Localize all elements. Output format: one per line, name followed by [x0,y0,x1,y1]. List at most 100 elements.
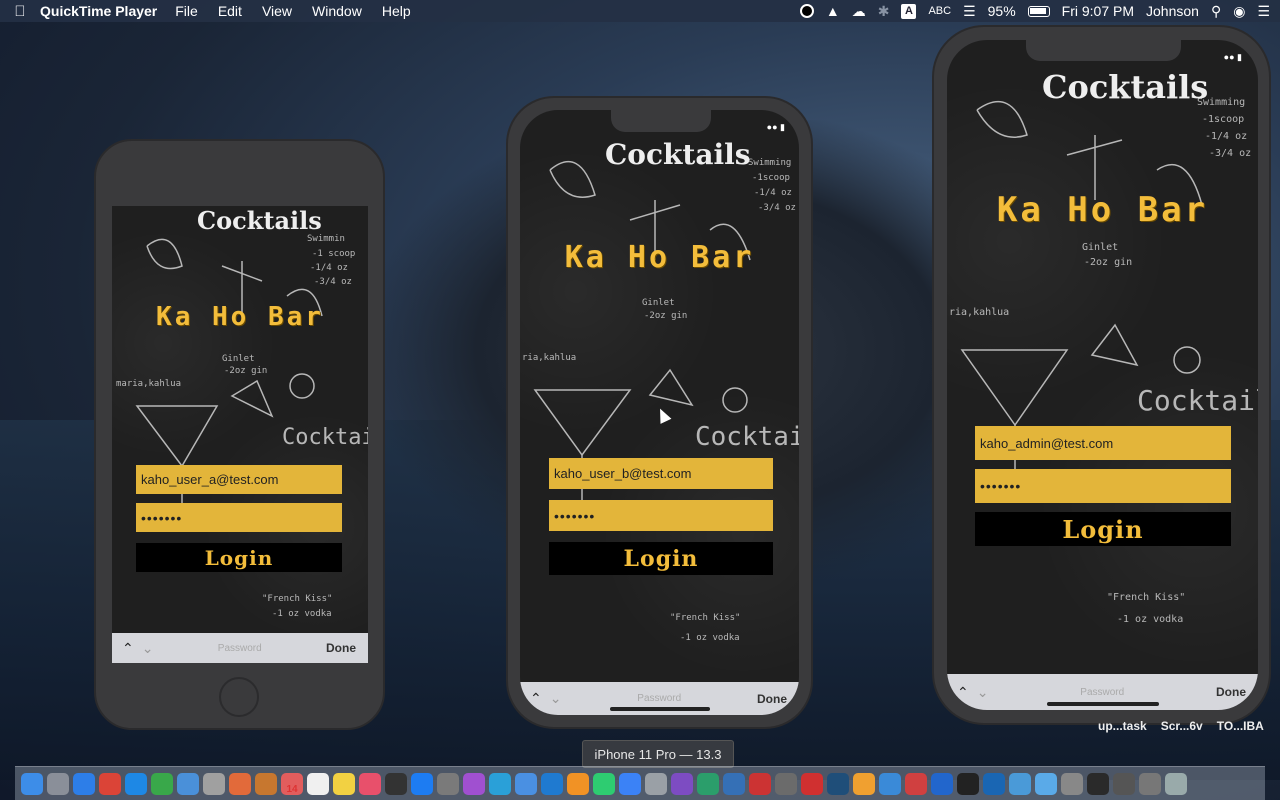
svg-text:-1scoop: -1scoop [1202,114,1244,125]
dock-app-icon[interactable] [307,772,329,795]
dock-app-icon[interactable] [775,772,797,795]
dock-app-icon[interactable] [723,772,745,795]
dock-app-icon[interactable] [593,772,615,795]
dock-app-icon[interactable] [567,772,589,795]
menu-edit[interactable]: Edit [218,3,242,19]
dock-app-icon[interactable] [957,772,979,795]
desktop-file-label[interactable]: TO...IBA [1217,719,1264,733]
password-field[interactable]: ••••••• [975,469,1231,503]
prev-field-icon[interactable]: ⌃ [122,640,134,657]
dock-app-icon[interactable] [879,772,901,795]
dock-app-icon[interactable] [983,772,1005,795]
next-field-icon[interactable]: ⌄ [550,690,562,707]
dock-app-icon[interactable] [463,772,485,795]
dock-app-icon[interactable] [151,772,173,795]
email-field[interactable]: kaho_user_a@test.com [136,465,342,494]
dock-app-icon[interactable] [749,772,771,795]
input-source-label[interactable]: ABC [928,5,951,17]
dock-app-icon[interactable] [1009,772,1031,795]
login-button[interactable]: Login [549,542,773,575]
dock-app-icon[interactable] [515,772,537,795]
drive-icon[interactable]: ▲ [826,3,840,19]
dock-app-icon[interactable] [229,772,251,795]
clock[interactable]: Fri 9:07 PM [1062,3,1134,19]
svg-text:maria,kahlua: maria,kahlua [116,379,181,389]
bluetooth-icon[interactable]: ✱ [878,3,890,20]
dock-app-icon[interactable] [255,772,277,795]
dock-app-icon[interactable] [47,772,69,795]
input-source-icon[interactable]: A [901,3,917,19]
dock-app-icon[interactable] [177,772,199,795]
next-field-icon[interactable]: ⌄ [977,684,989,701]
dock-app-icon[interactable] [21,772,43,795]
home-indicator[interactable] [610,707,710,711]
desktop-file-label[interactable]: Scr...6v [1161,719,1203,733]
dock-app-icon[interactable] [645,772,667,795]
chalk-illustration: Swimming-1scoop -1/4 oz-3/4 oz Ginlet-2o… [949,97,1258,625]
menu-window[interactable]: Window [312,3,362,19]
dock-app-icon[interactable] [99,772,121,795]
dock-app-icon[interactable] [827,772,849,795]
dock-app-icon[interactable] [359,772,381,795]
dock-app-icon[interactable] [1061,772,1083,795]
dock-app-icon[interactable] [73,772,95,795]
calendar-app-icon[interactable]: 14 [281,772,303,795]
search-icon[interactable]: ⚲ [1211,3,1221,20]
password-field[interactable]: ••••••• [136,503,342,532]
dock-app-icon[interactable] [1113,772,1135,795]
prev-field-icon[interactable]: ⌃ [957,684,969,701]
dock-app-icon[interactable] [541,772,563,795]
dock-app-icon[interactable] [333,772,355,795]
dock-app-icon[interactable] [671,772,693,795]
dock-app-icon[interactable] [385,772,407,795]
desktop-file-label[interactable]: up...task [1098,719,1147,733]
apple-menu-icon[interactable]:  [0,3,40,20]
menu-view[interactable]: View [262,3,292,19]
done-button[interactable]: Done [757,692,799,706]
dock-app-icon[interactable] [489,772,511,795]
dock-app-icon[interactable] [1035,772,1057,795]
email-field[interactable]: kaho_user_b@test.com [549,458,773,489]
battery-percent[interactable]: 95% [988,3,1016,19]
dock-app-icon[interactable] [1087,772,1109,795]
app-menu[interactable]: QuickTime Player [40,3,157,19]
done-button[interactable]: Done [326,641,368,655]
dock-app-icon[interactable] [411,772,433,795]
user-menu[interactable]: Johnson [1146,3,1199,19]
login-button[interactable]: Login [975,512,1231,546]
dock-app-icon[interactable] [905,772,927,795]
password-field[interactable]: ••••••• [549,500,773,531]
home-button[interactable] [219,677,259,717]
dock-app-icon[interactable] [619,772,641,795]
menu-help[interactable]: Help [382,3,411,19]
svg-text:-1/4 oz: -1/4 oz [754,188,792,198]
prev-field-icon[interactable]: ⌃ [530,690,542,707]
app-screen: Swimming -1scoop -1/4 oz -3/4 oz Ginlet -2o… [947,40,1258,710]
dock-app-icon[interactable] [203,772,225,795]
svg-text:-3/4 oz: -3/4 oz [314,277,352,287]
desktop-files: up...task Scr...6v TO...IBA [1098,719,1264,733]
wifi-icon[interactable]: ☰ [963,3,976,20]
siri-icon[interactable]: ◉ [1233,3,1245,20]
dock-app-icon[interactable] [853,772,875,795]
simulator-phone-1: Swimmin -1 scoop -1/4 oz -3/4 oz Ginlet -2o… [94,139,385,730]
notification-center-icon[interactable]: ☰ [1257,3,1270,20]
dock-app-icon[interactable] [437,772,459,795]
email-field[interactable]: kaho_admin@test.com [975,426,1231,460]
dock-app-icon[interactable] [125,772,147,795]
dock-app-icon[interactable] [931,772,953,795]
dock-app-icon[interactable] [697,772,719,795]
record-stop-icon[interactable] [799,4,814,18]
done-button[interactable]: Done [1216,685,1258,699]
login-button[interactable]: Login [136,543,342,572]
dock-app-icon[interactable] [1165,772,1187,795]
battery-icon[interactable] [1027,5,1050,17]
brand-title: Ka Ho Bar [156,302,324,332]
next-field-icon[interactable]: ⌄ [142,640,154,657]
menu-file[interactable]: File [175,3,198,19]
dock-app-icon[interactable] [1139,772,1161,795]
home-indicator[interactable] [1047,702,1159,706]
creative-cloud-icon[interactable]: ☁ [852,3,866,20]
svg-text:-1/4 oz: -1/4 oz [310,263,348,273]
dock-app-icon[interactable] [801,772,823,795]
